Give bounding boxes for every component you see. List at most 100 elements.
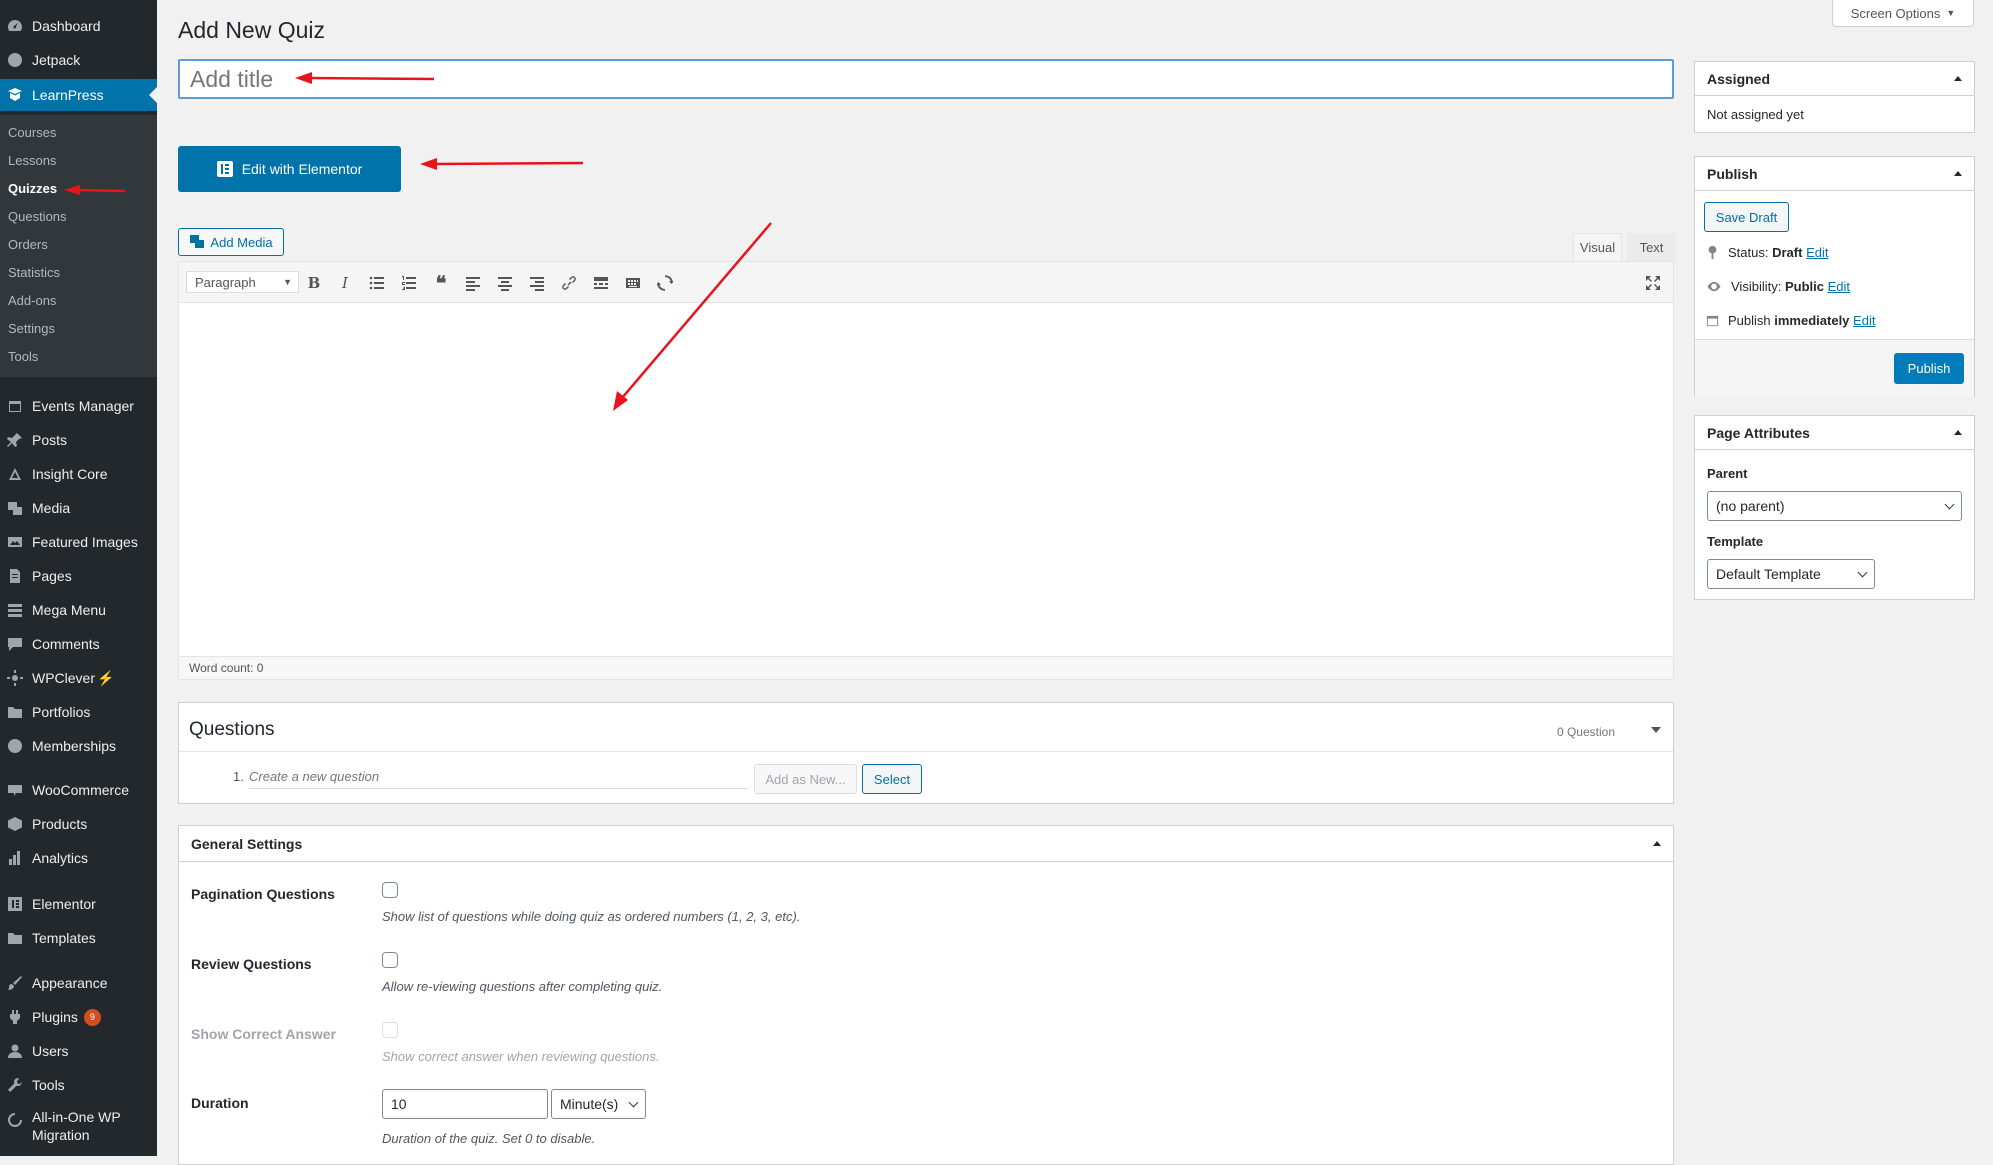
read-more-icon[interactable] (589, 271, 613, 295)
format-select[interactable]: Paragraph ▼ (186, 271, 299, 293)
edit-with-elementor-button[interactable]: Edit with Elementor (178, 146, 401, 192)
pin-icon (1708, 245, 1717, 260)
comment-icon (6, 636, 23, 653)
new-question-input[interactable] (249, 765, 749, 789)
sidebar-item-label: Portfolios (32, 704, 91, 720)
sidebar-item-templates[interactable]: Templates (0, 922, 157, 954)
sidebar-item-label: Featured Images (32, 534, 138, 550)
sidebar-item-learnpress[interactable]: LearnPress (0, 79, 157, 111)
sidebar-item-label: Events Manager (32, 398, 134, 414)
sidebar-item-memberships[interactable]: Memberships (0, 730, 157, 762)
duration-input[interactable]: 10 (382, 1089, 548, 1119)
duration-label: Duration (191, 1095, 249, 1111)
add-media-button[interactable]: Add Media (178, 228, 284, 256)
review-questions-checkbox[interactable] (382, 952, 398, 968)
sidebar-item-wpclever[interactable]: WPClever ⚡ (0, 662, 157, 694)
status-edit-link[interactable]: Edit (1806, 245, 1828, 260)
jetpack-icon (6, 52, 23, 69)
parent-select[interactable]: (no parent) (1707, 491, 1962, 521)
sidebar-item-pages[interactable]: Pages (0, 560, 157, 592)
screen-options-label: Screen Options (1850, 5, 1941, 21)
fullscreen-icon[interactable] (1641, 271, 1665, 295)
sidebar-item-appearance[interactable]: Appearance (0, 967, 157, 999)
sidebar-item-comments[interactable]: Comments (0, 628, 157, 660)
bold-icon[interactable]: B (302, 271, 326, 295)
collapse-toggle-icon[interactable] (1651, 727, 1661, 733)
submenu-item-statistics[interactable]: Statistics (8, 265, 60, 280)
sidebar-item-media[interactable]: Media (0, 492, 157, 524)
submenu-item-questions[interactable]: Questions (8, 209, 67, 224)
submenu-item-lessons[interactable]: Lessons (8, 153, 56, 168)
submenu-item-tools[interactable]: Tools (8, 349, 38, 364)
submenu-item-courses[interactable]: Courses (8, 125, 56, 140)
collapse-toggle-icon[interactable] (1954, 171, 1962, 176)
blockquote-icon[interactable]: ❝ (429, 271, 453, 295)
publish-header[interactable]: Publish (1695, 157, 1974, 191)
collapse-toggle-icon[interactable] (1653, 841, 1661, 846)
publish-date-value: immediately (1774, 313, 1850, 328)
template-select[interactable]: Default Template (1707, 559, 1875, 589)
sidebar-item-products[interactable]: Products (0, 808, 157, 840)
sidebar-item-label: Appearance (32, 975, 108, 991)
numbered-list-icon[interactable] (397, 271, 421, 295)
sidebar-item-users[interactable]: Users (0, 1035, 157, 1067)
sidebar-item-tools[interactable]: Tools (0, 1069, 157, 1101)
pagination-questions-checkbox[interactable] (382, 882, 398, 898)
submenu-item-quizzes[interactable]: Quizzes (8, 181, 57, 196)
template-select-value: Default Template (1716, 566, 1821, 582)
sidebar-item-portfolios[interactable]: Portfolios (0, 696, 157, 728)
sidebar-item-label: Media (32, 500, 71, 516)
align-right-icon[interactable] (525, 271, 549, 295)
sidebar-item-elementor[interactable]: Elementor (0, 888, 157, 920)
calendar-icon (6, 398, 23, 415)
screen-options-button[interactable]: Screen Options ▼ (1832, 0, 1974, 27)
visibility-edit-link[interactable]: Edit (1828, 279, 1850, 294)
collapse-toggle-icon[interactable] (1954, 76, 1962, 81)
submenu-item-add-ons[interactable]: Add-ons (8, 293, 56, 308)
editor-content-area[interactable] (179, 303, 1673, 657)
title-input[interactable] (178, 59, 1674, 99)
publish-button[interactable]: Publish (1894, 353, 1964, 384)
duration-unit-select[interactable]: Minute(s) (551, 1089, 646, 1119)
sidebar-item-dashboard[interactable]: Dashboard (0, 10, 157, 42)
chevron-down-icon (1944, 499, 1955, 509)
submenu-item-orders[interactable]: Orders (8, 237, 48, 252)
folder-icon (6, 930, 23, 947)
add-as-new-button[interactable]: Add as New... (754, 764, 857, 794)
publish-date-text: Publish immediately Edit (1728, 313, 1875, 328)
publish-date-edit-link[interactable]: Edit (1853, 313, 1875, 328)
refresh-icon[interactable] (653, 271, 677, 295)
select-question-button[interactable]: Select (862, 764, 922, 794)
sidebar-item-woocommerce[interactable]: WooCommerce (0, 774, 157, 806)
sidebar-item-all-in-one-wp-migration[interactable]: All-in-One WP Migration (0, 1108, 157, 1152)
sidebar-item-insight-core[interactable]: Insight Core (0, 458, 157, 490)
sidebar-item-label: LearnPress (32, 87, 104, 103)
sidebar-item-jetpack[interactable]: Jetpack (0, 44, 157, 76)
user-icon (6, 1043, 23, 1060)
tab-text[interactable]: Text (1627, 233, 1676, 261)
bullet-list-icon[interactable] (365, 271, 389, 295)
tab-visual[interactable]: Visual (1573, 233, 1622, 261)
sidebar-item-featured-images[interactable]: Featured Images (0, 526, 157, 558)
sidebar-item-label: Tools (32, 1077, 65, 1093)
page-attributes-header[interactable]: Page Attributes (1695, 416, 1974, 450)
sidebar-item-plugins[interactable]: Plugins 9 (0, 1001, 157, 1033)
sidebar-item-analytics[interactable]: Analytics (0, 842, 157, 874)
assigned-header[interactable]: Assigned (1695, 62, 1974, 96)
status-label: Status: (1728, 245, 1769, 260)
general-settings-header[interactable]: General Settings (179, 826, 1673, 862)
align-left-icon[interactable] (461, 271, 485, 295)
link-icon[interactable] (557, 271, 581, 295)
italic-icon[interactable]: I (333, 271, 357, 295)
page-attributes-title: Page Attributes (1707, 424, 1810, 441)
publish-date-row: Publish immediately Edit (1705, 313, 1875, 328)
collapse-toggle-icon[interactable] (1954, 430, 1962, 435)
align-center-icon[interactable] (493, 271, 517, 295)
submenu-item-settings[interactable]: Settings (8, 321, 55, 336)
keyboard-icon[interactable] (621, 271, 645, 295)
save-draft-button[interactable]: Save Draft (1704, 202, 1789, 232)
general-settings-title: General Settings (191, 835, 303, 852)
sidebar-item-mega-menu[interactable]: Mega Menu (0, 594, 157, 626)
sidebar-item-posts[interactable]: Posts (0, 424, 157, 456)
sidebar-item-events-manager[interactable]: Events Manager (0, 390, 157, 422)
